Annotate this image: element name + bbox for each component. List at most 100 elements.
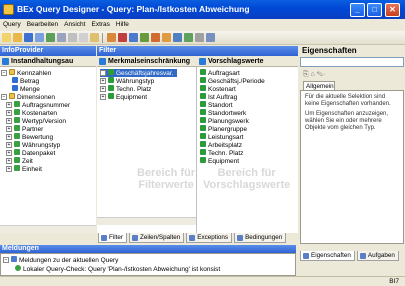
- filter-item[interactable]: + Equipment: [100, 93, 147, 101]
- menu-bearbeiten[interactable]: Bearbeiten: [24, 19, 61, 31]
- default-item[interactable]: Planungswerk: [200, 117, 249, 125]
- expand-icon[interactable]: +: [6, 142, 12, 148]
- tree-node-dimensionen[interactable]: − Dimensionen: [1, 93, 55, 101]
- tree-node-dimension[interactable]: + Kostenarten: [6, 109, 57, 117]
- tree-node-dimension[interactable]: + Wertyp/Version: [6, 117, 66, 125]
- tree-node-dimension[interactable]: + Datenpaket: [6, 149, 55, 157]
- filter-subheader: Merkmalseinschränkung: [97, 56, 197, 67]
- expand-icon[interactable]: +: [6, 158, 12, 164]
- infoprovider-tree: − Kennzahlen Betrag Menge − Dimensionen + A…: [0, 67, 96, 233]
- expand-icon[interactable]: +: [6, 150, 12, 156]
- characteristic-icon: [200, 109, 206, 115]
- tab-exceptions[interactable]: Exceptions: [186, 233, 233, 243]
- tree-node-dimension[interactable]: + Einheit: [6, 165, 42, 173]
- cells-icon[interactable]: [140, 33, 149, 42]
- expand-icon[interactable]: +: [6, 126, 12, 132]
- expand-icon[interactable]: +: [100, 94, 106, 100]
- new-query-icon[interactable]: [2, 33, 11, 42]
- default-values-icon: [199, 58, 206, 65]
- paste-icon[interactable]: [90, 33, 99, 42]
- tree-node-dimension[interactable]: + Bewertung: [6, 133, 53, 141]
- default-item[interactable]: Standort: [200, 101, 233, 109]
- properties-toolbar-icons[interactable]: ⎘ ⌂ ✎·: [303, 71, 325, 79]
- messages-icon: [11, 256, 17, 262]
- infoprovider-root[interactable]: Instandhaltungsau: [0, 56, 96, 67]
- menu-hilfe[interactable]: Hilfe: [113, 19, 132, 31]
- menu-ansicht[interactable]: Ansicht: [61, 19, 88, 31]
- expand-icon[interactable]: +: [100, 86, 106, 92]
- messages-icon[interactable]: [195, 33, 204, 42]
- filter-item[interactable]: + Techn. Platz: [100, 85, 151, 93]
- filter-item-selected[interactable]: + Geschäftsjahresvar.: [100, 69, 178, 77]
- default-item[interactable]: Arbeitsplatz: [200, 141, 242, 149]
- tree-node-menge[interactable]: Menge: [12, 85, 40, 93]
- default-item[interactable]: Techn. Platz: [200, 149, 243, 157]
- tab-conditions[interactable]: Bedingungen: [234, 233, 287, 243]
- close-icon[interactable]: ✕: [385, 3, 400, 17]
- collapse-icon[interactable]: −: [3, 257, 9, 263]
- default-item[interactable]: Standortwerk: [200, 109, 246, 117]
- infoprovider-icon[interactable]: [107, 33, 116, 42]
- default-item[interactable]: Equipment: [200, 157, 239, 165]
- default-item[interactable]: Planergruppe: [200, 125, 247, 133]
- menu-bar: Query Bearbeiten Ansicht Extras Hilfe: [0, 19, 405, 31]
- characteristic-icon: [200, 141, 206, 147]
- tree-node-betrag[interactable]: Betrag: [12, 77, 39, 85]
- dimension-icon: [14, 165, 20, 171]
- tree-node-dimension[interactable]: + Währungstyp: [6, 141, 60, 149]
- expand-icon[interactable]: +: [6, 110, 12, 116]
- tree-node-dimension[interactable]: + Auftragsnummer: [6, 101, 70, 109]
- message-item[interactable]: Lokaler Query-Check: Query 'Plan-/Istkos…: [15, 265, 220, 273]
- expand-icon[interactable]: +: [6, 166, 12, 172]
- tasks-icon[interactable]: [184, 33, 193, 42]
- characteristic-icon: [200, 149, 206, 155]
- default-item[interactable]: Geschäftsj./Periode: [200, 77, 265, 85]
- expand-icon[interactable]: +: [6, 118, 12, 124]
- expand-icon[interactable]: +: [6, 134, 12, 140]
- cut-icon[interactable]: [68, 33, 77, 42]
- expand-icon[interactable]: +: [6, 102, 12, 108]
- filter-icon[interactable]: [118, 33, 127, 42]
- collapse-icon[interactable]: −: [1, 94, 7, 100]
- right-panel-tabs: Eigenschaften Aufgaben: [300, 251, 405, 262]
- tab-rows-columns[interactable]: Zeilen/Spalten: [129, 233, 185, 243]
- tab-general[interactable]: Allgemein: [303, 81, 335, 90]
- menu-query[interactable]: Query: [0, 19, 24, 31]
- menu-extras[interactable]: Extras: [88, 19, 112, 31]
- default-item[interactable]: Leistungsart: [200, 133, 243, 141]
- default-item[interactable]: Auftragsart: [200, 69, 240, 77]
- minimize-icon[interactable]: _: [350, 3, 365, 17]
- rows-columns-icon[interactable]: [129, 33, 138, 42]
- conditions-icon[interactable]: [151, 33, 160, 42]
- dimension-icon: [14, 157, 20, 163]
- properties-icon[interactable]: [173, 33, 182, 42]
- save-all-icon[interactable]: [35, 33, 44, 42]
- save-icon[interactable]: [24, 33, 33, 42]
- open-query-icon[interactable]: [13, 33, 22, 42]
- tree-node-dimension[interactable]: + Partner: [6, 125, 43, 133]
- default-item[interactable]: Ist Auftrag: [200, 93, 237, 101]
- maximize-icon[interactable]: □: [367, 3, 382, 17]
- execute-icon[interactable]: [46, 33, 55, 42]
- collapse-icon[interactable]: −: [1, 70, 7, 76]
- tree-node-dimension[interactable]: + Zeit: [6, 157, 33, 165]
- tab-properties[interactable]: Eigenschaften: [300, 251, 355, 261]
- where-used-icon[interactable]: [206, 33, 215, 42]
- exceptions-icon[interactable]: [162, 33, 171, 42]
- tree-node-kennzahlen[interactable]: − Kennzahlen: [1, 69, 51, 77]
- filter-item[interactable]: + Währungstyp: [100, 77, 154, 85]
- infoprovider-header: InfoProvider: [0, 46, 96, 56]
- horizontal-scrollbar[interactable]: [0, 225, 96, 233]
- horizontal-scrollbar[interactable]: [97, 217, 196, 225]
- messages-group[interactable]: − Meldungen zu der aktuellen Query: [3, 256, 118, 264]
- expand-icon[interactable]: +: [100, 78, 106, 84]
- properties-header: Eigenschaften: [300, 46, 405, 56]
- properties-object-select[interactable]: [300, 57, 404, 67]
- tab-tasks[interactable]: Aufgaben: [356, 251, 399, 261]
- tab-filter[interactable]: Filter: [98, 233, 127, 243]
- check-icon[interactable]: [57, 33, 66, 42]
- view-tabs: Filter Zeilen/Spalten Exceptions Bedingunge…: [98, 233, 298, 244]
- copy-icon[interactable]: [79, 33, 88, 42]
- expand-icon[interactable]: +: [100, 70, 106, 76]
- default-item[interactable]: Kostenart: [200, 85, 236, 93]
